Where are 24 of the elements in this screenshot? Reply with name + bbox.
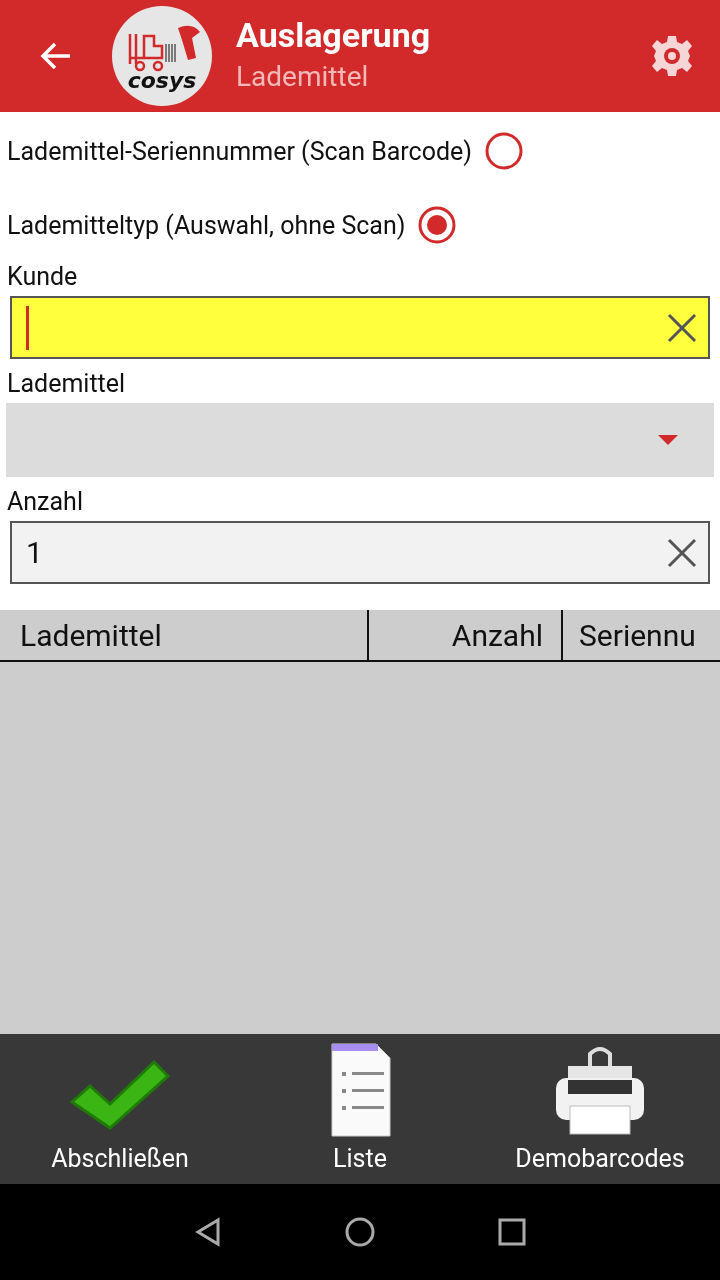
- radio-icon[interactable]: [417, 205, 458, 245]
- logo-icon: cosys: [112, 6, 212, 106]
- home-icon[interactable]: [344, 1216, 376, 1248]
- action-button[interactable]: Abschließen: [0, 1034, 240, 1184]
- field-label: Lademittel: [6, 369, 127, 399]
- settings-icon[interactable]: [650, 34, 694, 78]
- field-label: Anzahl: [6, 487, 84, 517]
- radio-option[interactable]: Lademittel-Seriennummer (Scan Barcode): [0, 114, 720, 188]
- field-label: Kunde: [6, 262, 79, 292]
- radio-option[interactable]: Lademitteltyp (Auswahl, ohne Scan): [0, 188, 720, 262]
- action-button[interactable]: Demobarcodes: [480, 1034, 720, 1184]
- clear-icon[interactable]: [666, 536, 698, 569]
- column-header: Seriennu: [561, 610, 720, 660]
- input-field[interactable]: [10, 296, 710, 359]
- recents-icon[interactable]: [496, 1216, 528, 1248]
- action-button[interactable]: Liste: [240, 1034, 480, 1184]
- radio-icon[interactable]: [484, 131, 524, 171]
- quantity-field[interactable]: 1: [10, 521, 710, 584]
- column-header: Lademittel: [19, 616, 163, 655]
- clear-icon[interactable]: [666, 311, 698, 344]
- dropdown-arrow-icon: [658, 435, 678, 445]
- column-header: Anzahl: [367, 610, 561, 660]
- screen-subtitle: Lademittel: [236, 59, 370, 95]
- screen-title: Auslagerung: [236, 15, 432, 55]
